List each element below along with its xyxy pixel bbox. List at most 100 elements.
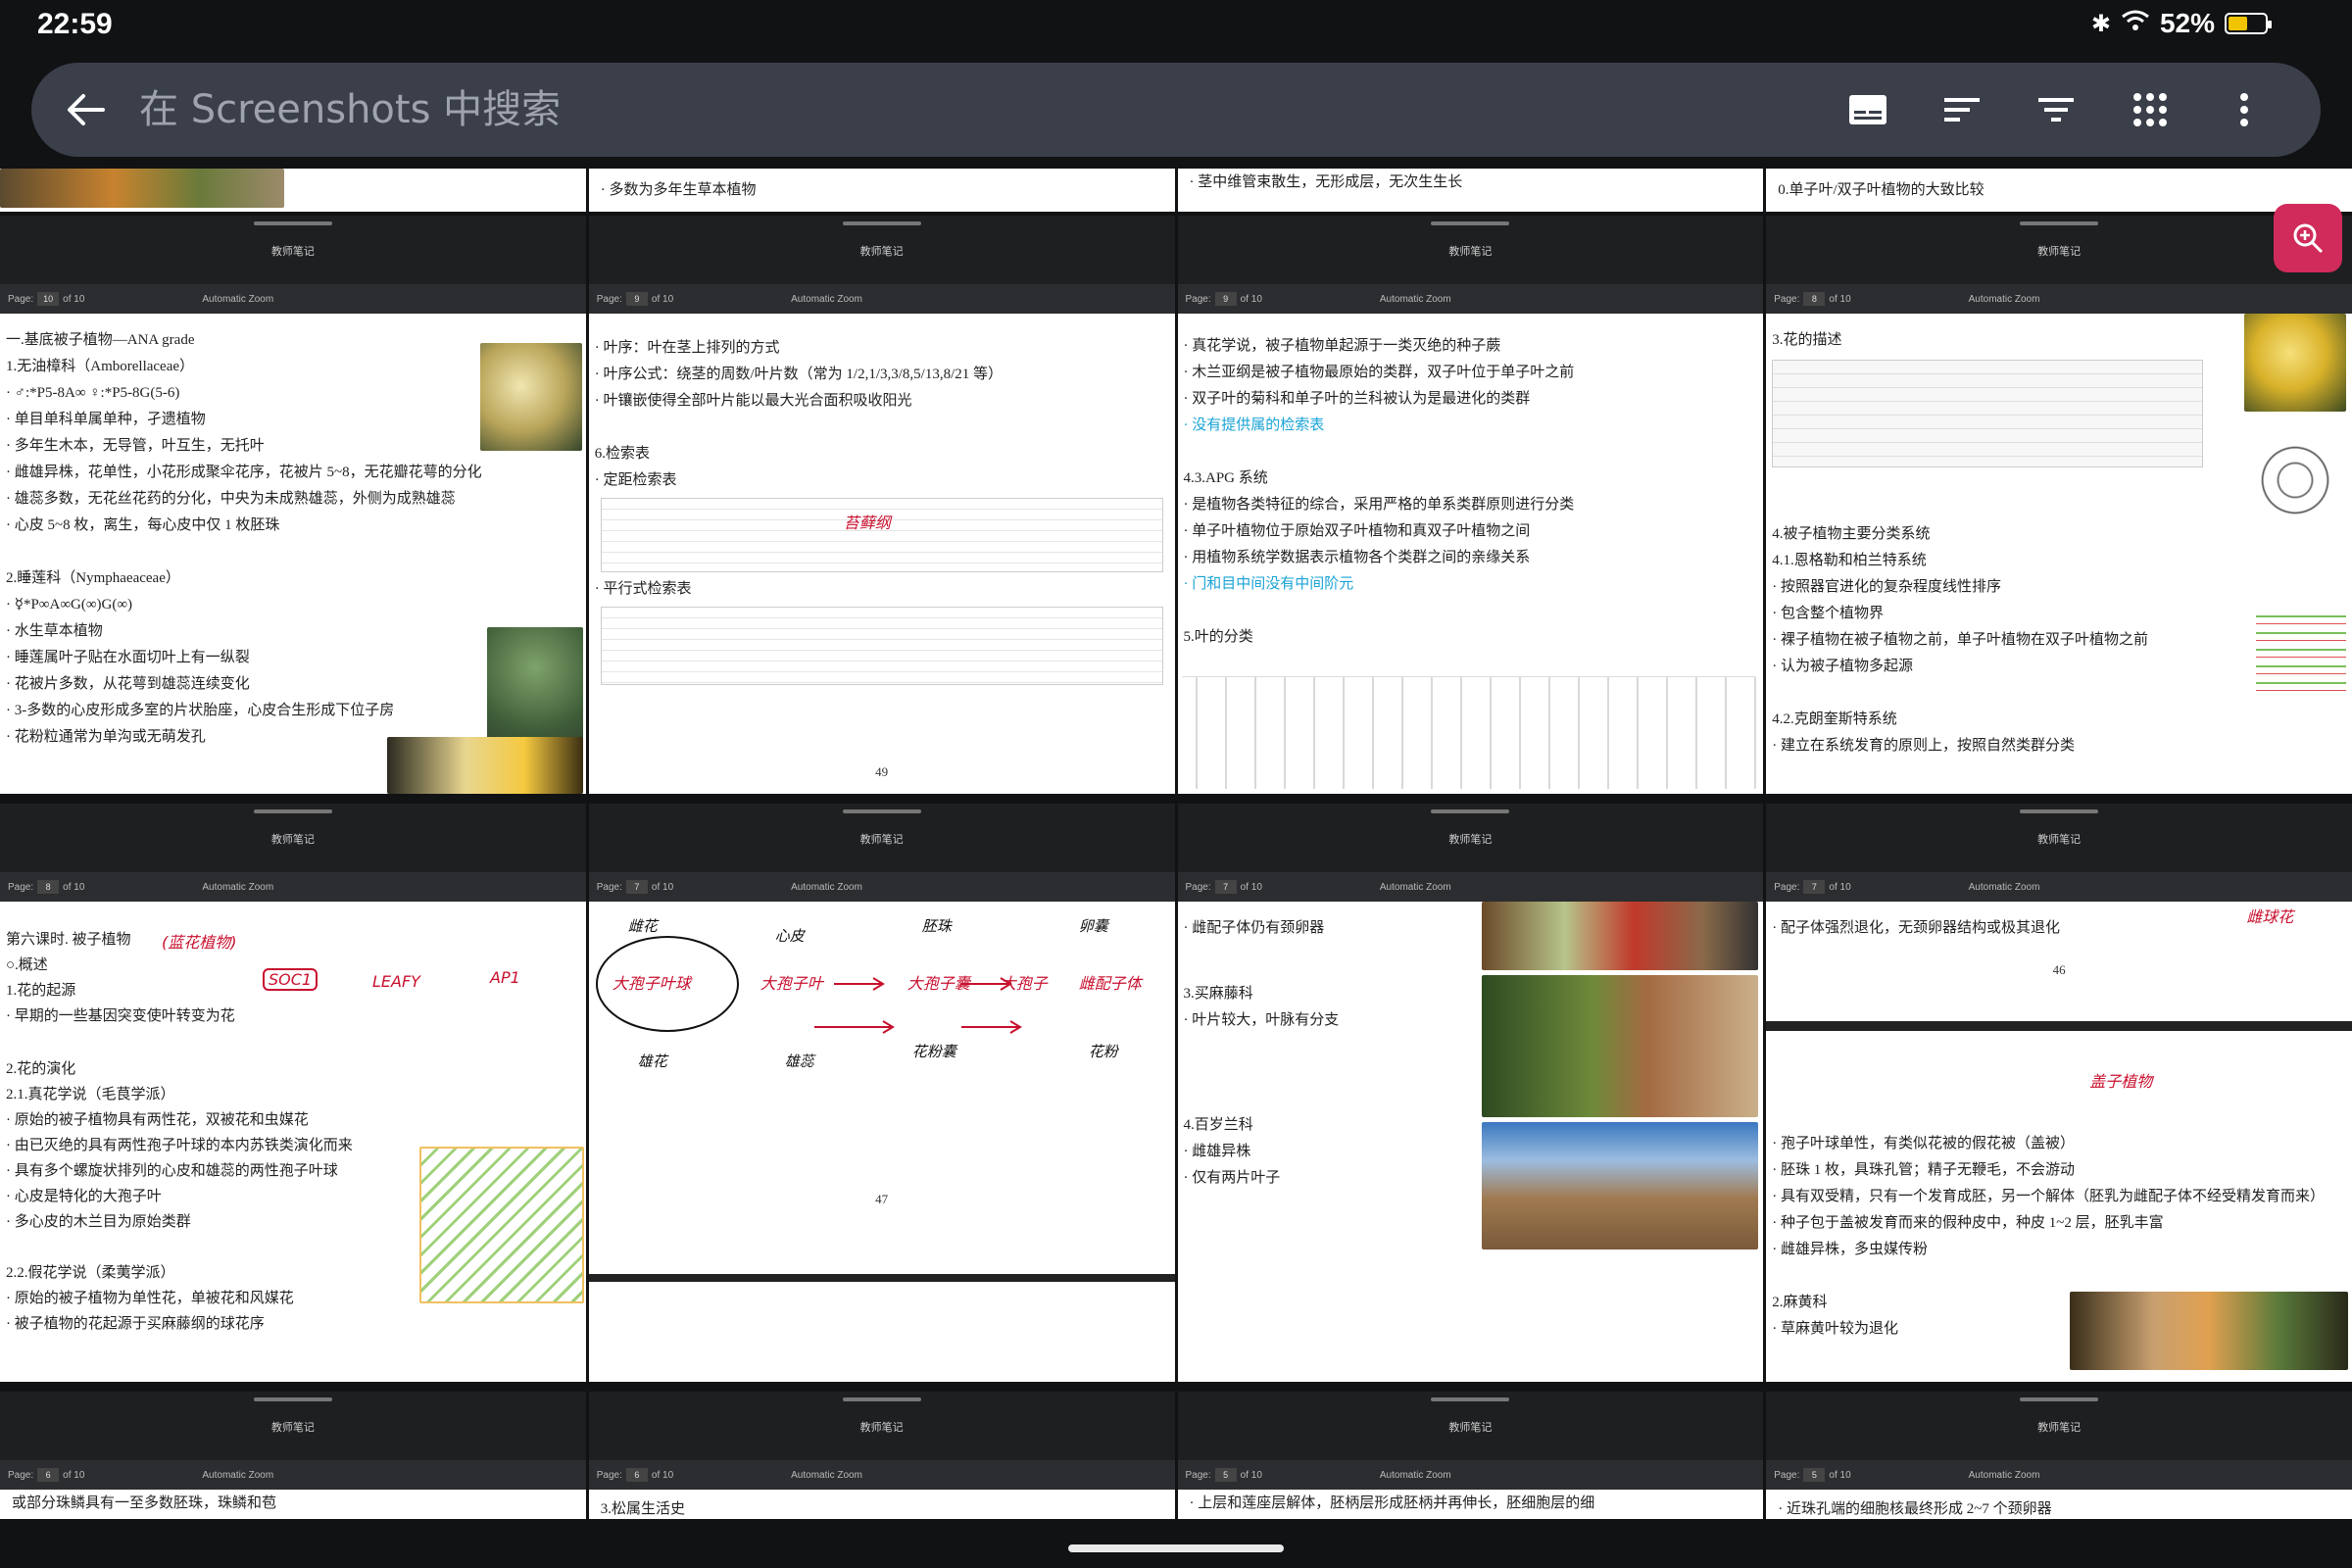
line: · 叶序公式：绕茎的周数/叶片数（常为 1/2,1/3,3/8,5/13,8/2…	[594, 367, 1004, 382]
flow-arrows	[595, 936, 1022, 1034]
pdf-header: 教师笔记 Page: 7 of 10 Automatic Zoom	[1766, 804, 2352, 902]
pdf-title: 教师笔记	[2037, 246, 2082, 258]
line: 4.2.克朗奎斯特系统	[1772, 711, 1897, 727]
pdf-title: 教师笔记	[2037, 834, 2082, 846]
pdf-toolbar: Page: 9 of 10 Automatic Zoom	[588, 284, 1175, 314]
handwritten-note: LEAFY	[372, 972, 420, 991]
screenshot-thumb[interactable]: 教师笔记 Page: 6 of 10 Automatic Zoom 3.松属生活…	[588, 1392, 1175, 1519]
subtitles-icon[interactable]	[1831, 73, 1905, 147]
zoom-select: Automatic Zoom	[202, 293, 274, 305]
page-number: 7	[1803, 880, 1826, 894]
screenshot-thumb[interactable]: · 茎中维管束散生，无形成层，无次生生长	[1177, 169, 1764, 212]
line: 2.花的演化	[6, 1061, 76, 1077]
pdf-title: 教师笔记	[270, 246, 315, 258]
page-label: Page:	[596, 293, 622, 305]
pdf-header: 教师笔记 Page: 9 of 10 Automatic Zoom	[588, 216, 1175, 314]
back-arrow-icon[interactable]	[31, 63, 139, 157]
grid-view-icon[interactable]	[2113, 73, 2187, 147]
screenshot-thumb[interactable]	[0, 169, 586, 212]
more-vert-icon[interactable]	[2207, 73, 2281, 147]
page-number: 9	[1214, 292, 1237, 306]
screenshot-thumb[interactable]: 教师笔记 Page: 8 of 10 Automatic Zoom 第六课时. …	[0, 804, 586, 1382]
zoom-select: Automatic Zoom	[791, 881, 862, 893]
drag-handle	[253, 221, 332, 225]
grid-row: 教师笔记 Page: 8 of 10 Automatic Zoom 第六课时. …	[0, 804, 2352, 1382]
page-number: 6	[37, 1468, 60, 1482]
plant-photo	[1481, 902, 1758, 970]
welwitschia-photo	[1481, 1122, 1758, 1250]
toolbar-icons	[1831, 73, 2281, 147]
page-number: 7	[1214, 880, 1237, 894]
page-number: 8	[1803, 292, 1826, 306]
pdf-title: 教师笔记	[1448, 1422, 1493, 1434]
page-number-footer: 47	[875, 1192, 889, 1206]
pdf-toolbar: Page: 8 of 10 Automatic Zoom	[0, 872, 586, 902]
page-label: Page:	[8, 1469, 34, 1481]
page-content: · 叶序：叶在茎上排列的方式 · 叶序公式：绕茎的周数/叶片数（常为 1/2,1…	[589, 314, 1175, 794]
screenshot-thumb[interactable]: 教师笔记 Page: 7 of 10 Automatic Zoom · 配子体强…	[1766, 804, 2352, 1382]
battery-icon	[2225, 13, 2272, 34]
line: 2.睡莲科（Nymphaeaceae）	[6, 570, 180, 586]
pdf-toolbar: Page: 7 of 10 Automatic Zoom	[588, 872, 1175, 902]
screenshot-thumb[interactable]: 教师笔记 Page: 8 of 10 Automatic Zoom 3.花的描述…	[1766, 216, 2352, 794]
strip-text: 或部分珠鳞具有一至多数胚珠，珠鳞和苞	[0, 1490, 586, 1517]
page-count: of 10	[1240, 1469, 1262, 1481]
line: 4.3.APG 系统	[1183, 470, 1268, 486]
search-bar	[31, 63, 2321, 157]
pdf-header: 教师笔记 Page: 7 of 10 Automatic Zoom	[1177, 804, 1764, 902]
screenshot-thumb[interactable]: 教师笔记 Page: 5 of 10 Automatic Zoom · 近珠孔端…	[1766, 1392, 2352, 1519]
screenshot-thumb[interactable]: 教师笔记 Page: 10 of 10 Automatic Zoom 一.基底被…	[0, 216, 586, 794]
page-count: of 10	[63, 293, 85, 305]
zoom-select: Automatic Zoom	[1968, 293, 2040, 305]
screenshot-thumb[interactable]: · 多数为多年生草本植物	[588, 169, 1175, 212]
line: · 胚珠 1 枚，具珠孔管；精子无鞭毛，不会游动	[1772, 1162, 2075, 1178]
zoom-select: Automatic Zoom	[1379, 293, 1451, 305]
line: · 按照器官进化的复杂程度线性排序	[1772, 579, 2001, 595]
sort-icon[interactable]	[1925, 73, 1999, 147]
screenshot-thumb[interactable]: 教师笔记 Page: 9 of 10 Automatic Zoom · 真花学说…	[1177, 216, 1764, 794]
line: 4.1.恩格勒和柏兰特系统	[1772, 553, 1927, 568]
screenshot-thumb[interactable]: 教师笔记 Page: 7 of 10 Automatic Zoom 雌花 心皮 …	[588, 804, 1175, 1382]
battery-percent: 52%	[2159, 8, 2215, 38]
pdf-title: 教师笔记	[859, 1422, 904, 1434]
line: · 用植物系统学数据表示植物各个类群之间的亲缘关系	[1183, 550, 1531, 565]
ephedra-photo	[2070, 1292, 2349, 1370]
line: 5.叶的分类	[1183, 629, 1253, 645]
line: · 种子包于盖被发育而来的假种皮中，种皮 1~2 层，胚乳丰富	[1772, 1215, 2164, 1231]
battery-fill	[2229, 17, 2247, 30]
line: · 双子叶的菊科和单子叶的兰科被认为是最进化的类群	[1183, 391, 1531, 407]
line: · 原始的被子植物具有两性花，双被花和虫媒花	[6, 1112, 309, 1128]
pdf-title: 教师笔记	[1448, 246, 1493, 258]
page-count: of 10	[1829, 881, 1851, 893]
search-input[interactable]	[139, 63, 1831, 157]
screenshot-thumb[interactable]: 0.单子叶/双子叶植物的大致比较	[1766, 169, 2352, 212]
drag-handle	[842, 809, 921, 813]
line: · 平行式检索表	[594, 581, 692, 597]
amborella-photo	[480, 343, 582, 451]
pdf-title: 教师笔记	[1448, 834, 1493, 846]
line: · 没有提供属的检索表	[1183, 417, 1325, 433]
gesture-nav-bar[interactable]	[1068, 1544, 1284, 1552]
line: · 木兰亚纲是被子植物最原始的类群，双子叶位于单子叶之前	[1183, 365, 1575, 380]
grid-row-partial-top: · 多数为多年生草本植物 · 茎中维管束散生，无形成层，无次生生长 0.单子叶/…	[0, 169, 2352, 212]
screenshot-thumb[interactable]: 教师笔记 Page: 9 of 10 Automatic Zoom · 叶序：叶…	[588, 216, 1175, 794]
page-number: 5	[1214, 1468, 1237, 1482]
page-count: of 10	[651, 881, 674, 893]
page-count: of 10	[63, 881, 85, 893]
screenshot-thumb[interactable]: 教师笔记 Page: 7 of 10 Automatic Zoom · 雌配子体…	[1177, 804, 1764, 1382]
screenshot-thumb[interactable]: 教师笔记 Page: 5 of 10 Automatic Zoom · 上层和莲…	[1177, 1392, 1764, 1519]
line: · 真花学说，被子植物单起源于一类灭绝的种子蕨	[1183, 338, 1501, 354]
drag-handle	[253, 809, 332, 813]
zoom-in-button[interactable]	[2274, 204, 2342, 272]
zoom-select: Automatic Zoom	[1968, 881, 2040, 893]
bluetooth-icon: ✱	[2090, 10, 2111, 37]
line: · 孢子叶球单性，有类似花被的假花被（盖被）	[1772, 1136, 2075, 1152]
filter-icon[interactable]	[2019, 73, 2093, 147]
screenshot-thumb[interactable]: 教师笔记 Page: 6 of 10 Automatic Zoom 或部分珠鳞具…	[0, 1392, 586, 1519]
handwritten-note: 盖子植物	[2089, 1072, 2153, 1091]
page-count: of 10	[651, 1469, 674, 1481]
pdf-toolbar: Page: 7 of 10 Automatic Zoom	[1177, 872, 1764, 902]
gnetum-photo	[1481, 975, 1758, 1117]
handwritten-note: 苔藓纲	[843, 514, 891, 532]
pdf-title: 教师笔记	[859, 246, 904, 258]
